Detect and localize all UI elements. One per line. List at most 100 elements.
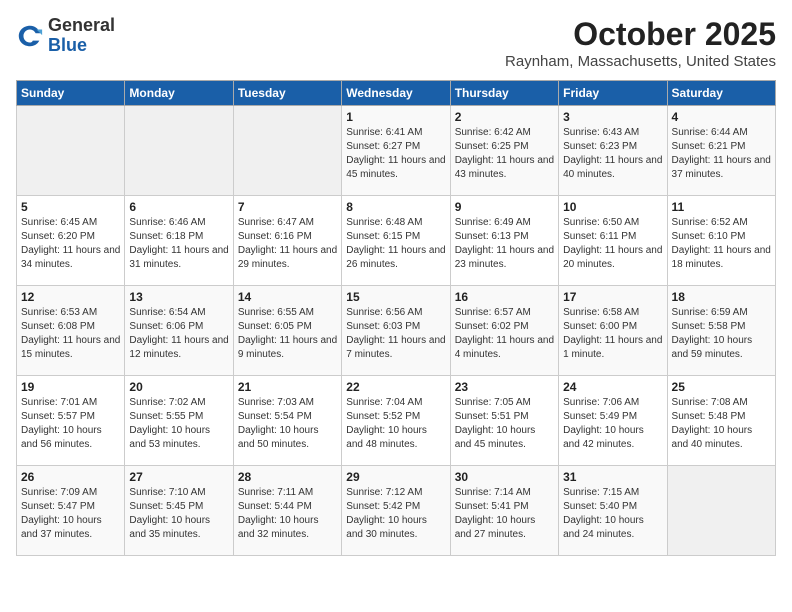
calendar-cell: 13 Sunrise: 6:54 AMSunset: 6:06 PMDayligh… xyxy=(125,286,233,376)
day-number: 13 xyxy=(129,290,228,304)
day-info: Sunrise: 6:58 AMSunset: 6:00 PMDaylight:… xyxy=(563,306,662,362)
day-number: 2 xyxy=(455,110,554,124)
logo: General Blue xyxy=(16,16,115,56)
day-number: 4 xyxy=(672,110,771,124)
day-number: 7 xyxy=(238,200,337,214)
weekday-header-tuesday: Tuesday xyxy=(233,81,341,106)
logo-text: General Blue xyxy=(48,16,115,56)
day-info: Sunrise: 7:14 AMSunset: 5:41 PMDaylight:… xyxy=(455,486,554,542)
day-info: Sunrise: 6:55 AMSunset: 6:05 PMDaylight:… xyxy=(238,306,337,362)
calendar-cell: 24Sunrise: 7:06 AMSunset: 5:49 PMDayligh… xyxy=(559,376,667,466)
calendar-cell: 1 Sunrise: 6:41 AMSunset: 6:27 PMDaylight… xyxy=(342,106,450,196)
location-text: Raynham, Massachusetts, United States xyxy=(505,53,776,70)
day-number: 31 xyxy=(563,470,662,484)
day-number: 11 xyxy=(672,200,771,214)
day-info: Sunrise: 6:49 AMSunset: 6:13 PMDaylight:… xyxy=(455,216,554,272)
calendar-cell: 27Sunrise: 7:10 AMSunset: 5:45 PMDayligh… xyxy=(125,466,233,556)
calendar-cell: 18 Sunrise: 6:59 AMSunset: 5:58 PMDayligh… xyxy=(667,286,775,376)
calendar-cell xyxy=(233,106,341,196)
calendar-cell: 11 Sunrise: 6:52 AMSunset: 6:10 PMDayligh… xyxy=(667,196,775,286)
weekday-header-friday: Friday xyxy=(559,81,667,106)
day-info: Sunrise: 6:43 AMSunset: 6:23 PMDaylight:… xyxy=(563,126,662,182)
calendar-cell: 28 Sunrise: 7:11 AMSunset: 5:44 PMDayligh… xyxy=(233,466,341,556)
calendar-cell: 4Sunrise: 6:44 AMSunset: 6:21 PMDaylight… xyxy=(667,106,775,196)
day-info: Sunrise: 7:04 AMSunset: 5:52 PMDaylight:… xyxy=(346,396,445,452)
calendar-cell: 29Sunrise: 7:12 AMSunset: 5:42 PMDayligh… xyxy=(342,466,450,556)
day-info: Sunrise: 7:02 AMSunset: 5:55 PMDaylight:… xyxy=(129,396,228,452)
day-number: 17 xyxy=(563,290,662,304)
day-info: Sunrise: 6:56 AMSunset: 6:03 PMDaylight:… xyxy=(346,306,445,362)
day-number: 16 xyxy=(455,290,554,304)
weekday-header-wednesday: Wednesday xyxy=(342,81,450,106)
day-info: Sunrise: 6:47 AMSunset: 6:16 PMDaylight:… xyxy=(238,216,337,272)
calendar-cell: 9 Sunrise: 6:49 AMSunset: 6:13 PMDaylight… xyxy=(450,196,558,286)
calendar-week-row: 12Sunrise: 6:53 AMSunset: 6:08 PMDayligh… xyxy=(17,286,776,376)
calendar-cell: 8 Sunrise: 6:48 AMSunset: 6:15 PMDaylight… xyxy=(342,196,450,286)
day-info: Sunrise: 6:46 AMSunset: 6:18 PMDaylight:… xyxy=(129,216,228,272)
calendar-cell: 21 Sunrise: 7:03 AMSunset: 5:54 PMDayligh… xyxy=(233,376,341,466)
calendar-cell: 14 Sunrise: 6:55 AMSunset: 6:05 PMDayligh… xyxy=(233,286,341,376)
day-number: 28 xyxy=(238,470,337,484)
calendar-cell: 16 Sunrise: 6:57 AMSunset: 6:02 PMDayligh… xyxy=(450,286,558,376)
day-info: Sunrise: 6:45 AMSunset: 6:20 PMDaylight:… xyxy=(21,216,120,272)
weekday-header-row: SundayMondayTuesdayWednesdayThursdayFrid… xyxy=(17,81,776,106)
day-info: Sunrise: 7:01 AMSunset: 5:57 PMDaylight:… xyxy=(21,396,120,452)
day-info: Sunrise: 6:59 AMSunset: 5:58 PMDaylight:… xyxy=(672,306,771,362)
calendar-cell: 26Sunrise: 7:09 AMSunset: 5:47 PMDayligh… xyxy=(17,466,125,556)
day-number: 19 xyxy=(21,380,120,394)
day-number: 25 xyxy=(672,380,771,394)
day-info: Sunrise: 6:50 AMSunset: 6:11 PMDaylight:… xyxy=(563,216,662,272)
calendar-cell: 17 Sunrise: 6:58 AMSunset: 6:00 PMDayligh… xyxy=(559,286,667,376)
day-number: 22 xyxy=(346,380,445,394)
calendar-cell: 6 Sunrise: 6:46 AMSunset: 6:18 PMDaylight… xyxy=(125,196,233,286)
calendar-cell xyxy=(667,466,775,556)
month-title: October 2025 xyxy=(505,16,776,53)
day-number: 23 xyxy=(455,380,554,394)
calendar-cell: 10Sunrise: 6:50 AMSunset: 6:11 PMDayligh… xyxy=(559,196,667,286)
calendar-table: SundayMondayTuesdayWednesdayThursdayFrid… xyxy=(16,80,776,556)
calendar-cell: 23 Sunrise: 7:05 AMSunset: 5:51 PMDayligh… xyxy=(450,376,558,466)
calendar-cell xyxy=(125,106,233,196)
day-number: 18 xyxy=(672,290,771,304)
day-number: 30 xyxy=(455,470,554,484)
day-number: 9 xyxy=(455,200,554,214)
calendar-week-row: 26Sunrise: 7:09 AMSunset: 5:47 PMDayligh… xyxy=(17,466,776,556)
day-info: Sunrise: 6:52 AMSunset: 6:10 PMDaylight:… xyxy=(672,216,771,272)
day-number: 26 xyxy=(21,470,120,484)
day-info: Sunrise: 7:05 AMSunset: 5:51 PMDaylight:… xyxy=(455,396,554,452)
weekday-header-thursday: Thursday xyxy=(450,81,558,106)
calendar-week-row: 19 Sunrise: 7:01 AMSunset: 5:57 PMDayligh… xyxy=(17,376,776,466)
calendar-cell: 5 Sunrise: 6:45 AMSunset: 6:20 PMDaylight… xyxy=(17,196,125,286)
calendar-cell: 20Sunrise: 7:02 AMSunset: 5:55 PMDayligh… xyxy=(125,376,233,466)
day-info: Sunrise: 7:10 AMSunset: 5:45 PMDaylight:… xyxy=(129,486,228,542)
day-info: Sunrise: 7:03 AMSunset: 5:54 PMDaylight:… xyxy=(238,396,337,452)
calendar-week-row: 1 Sunrise: 6:41 AMSunset: 6:27 PMDaylight… xyxy=(17,106,776,196)
day-info: Sunrise: 6:54 AMSunset: 6:06 PMDaylight:… xyxy=(129,306,228,362)
calendar-cell: 7 Sunrise: 6:47 AMSunset: 6:16 PMDaylight… xyxy=(233,196,341,286)
day-number: 1 xyxy=(346,110,445,124)
day-info: Sunrise: 6:41 AMSunset: 6:27 PMDaylight:… xyxy=(346,126,445,182)
calendar-cell: 2Sunrise: 6:42 AMSunset: 6:25 PMDaylight… xyxy=(450,106,558,196)
day-info: Sunrise: 7:15 AMSunset: 5:40 PMDaylight:… xyxy=(563,486,662,542)
day-info: Sunrise: 6:53 AMSunset: 6:08 PMDaylight:… xyxy=(21,306,120,362)
calendar-cell: 15Sunrise: 6:56 AMSunset: 6:03 PMDayligh… xyxy=(342,286,450,376)
day-number: 8 xyxy=(346,200,445,214)
weekday-header-sunday: Sunday xyxy=(17,81,125,106)
day-number: 14 xyxy=(238,290,337,304)
day-info: Sunrise: 6:48 AMSunset: 6:15 PMDaylight:… xyxy=(346,216,445,272)
calendar-cell xyxy=(17,106,125,196)
weekday-header-monday: Monday xyxy=(125,81,233,106)
day-number: 3 xyxy=(563,110,662,124)
calendar-week-row: 5 Sunrise: 6:45 AMSunset: 6:20 PMDaylight… xyxy=(17,196,776,286)
calendar-cell: 25 Sunrise: 7:08 AMSunset: 5:48 PMDayligh… xyxy=(667,376,775,466)
day-number: 6 xyxy=(129,200,228,214)
day-info: Sunrise: 7:11 AMSunset: 5:44 PMDaylight:… xyxy=(238,486,337,542)
day-info: Sunrise: 6:57 AMSunset: 6:02 PMDaylight:… xyxy=(455,306,554,362)
weekday-header-saturday: Saturday xyxy=(667,81,775,106)
day-info: Sunrise: 7:08 AMSunset: 5:48 PMDaylight:… xyxy=(672,396,771,452)
day-number: 21 xyxy=(238,380,337,394)
day-info: Sunrise: 7:06 AMSunset: 5:49 PMDaylight:… xyxy=(563,396,662,452)
day-number: 5 xyxy=(21,200,120,214)
day-number: 29 xyxy=(346,470,445,484)
logo-icon xyxy=(16,22,44,50)
